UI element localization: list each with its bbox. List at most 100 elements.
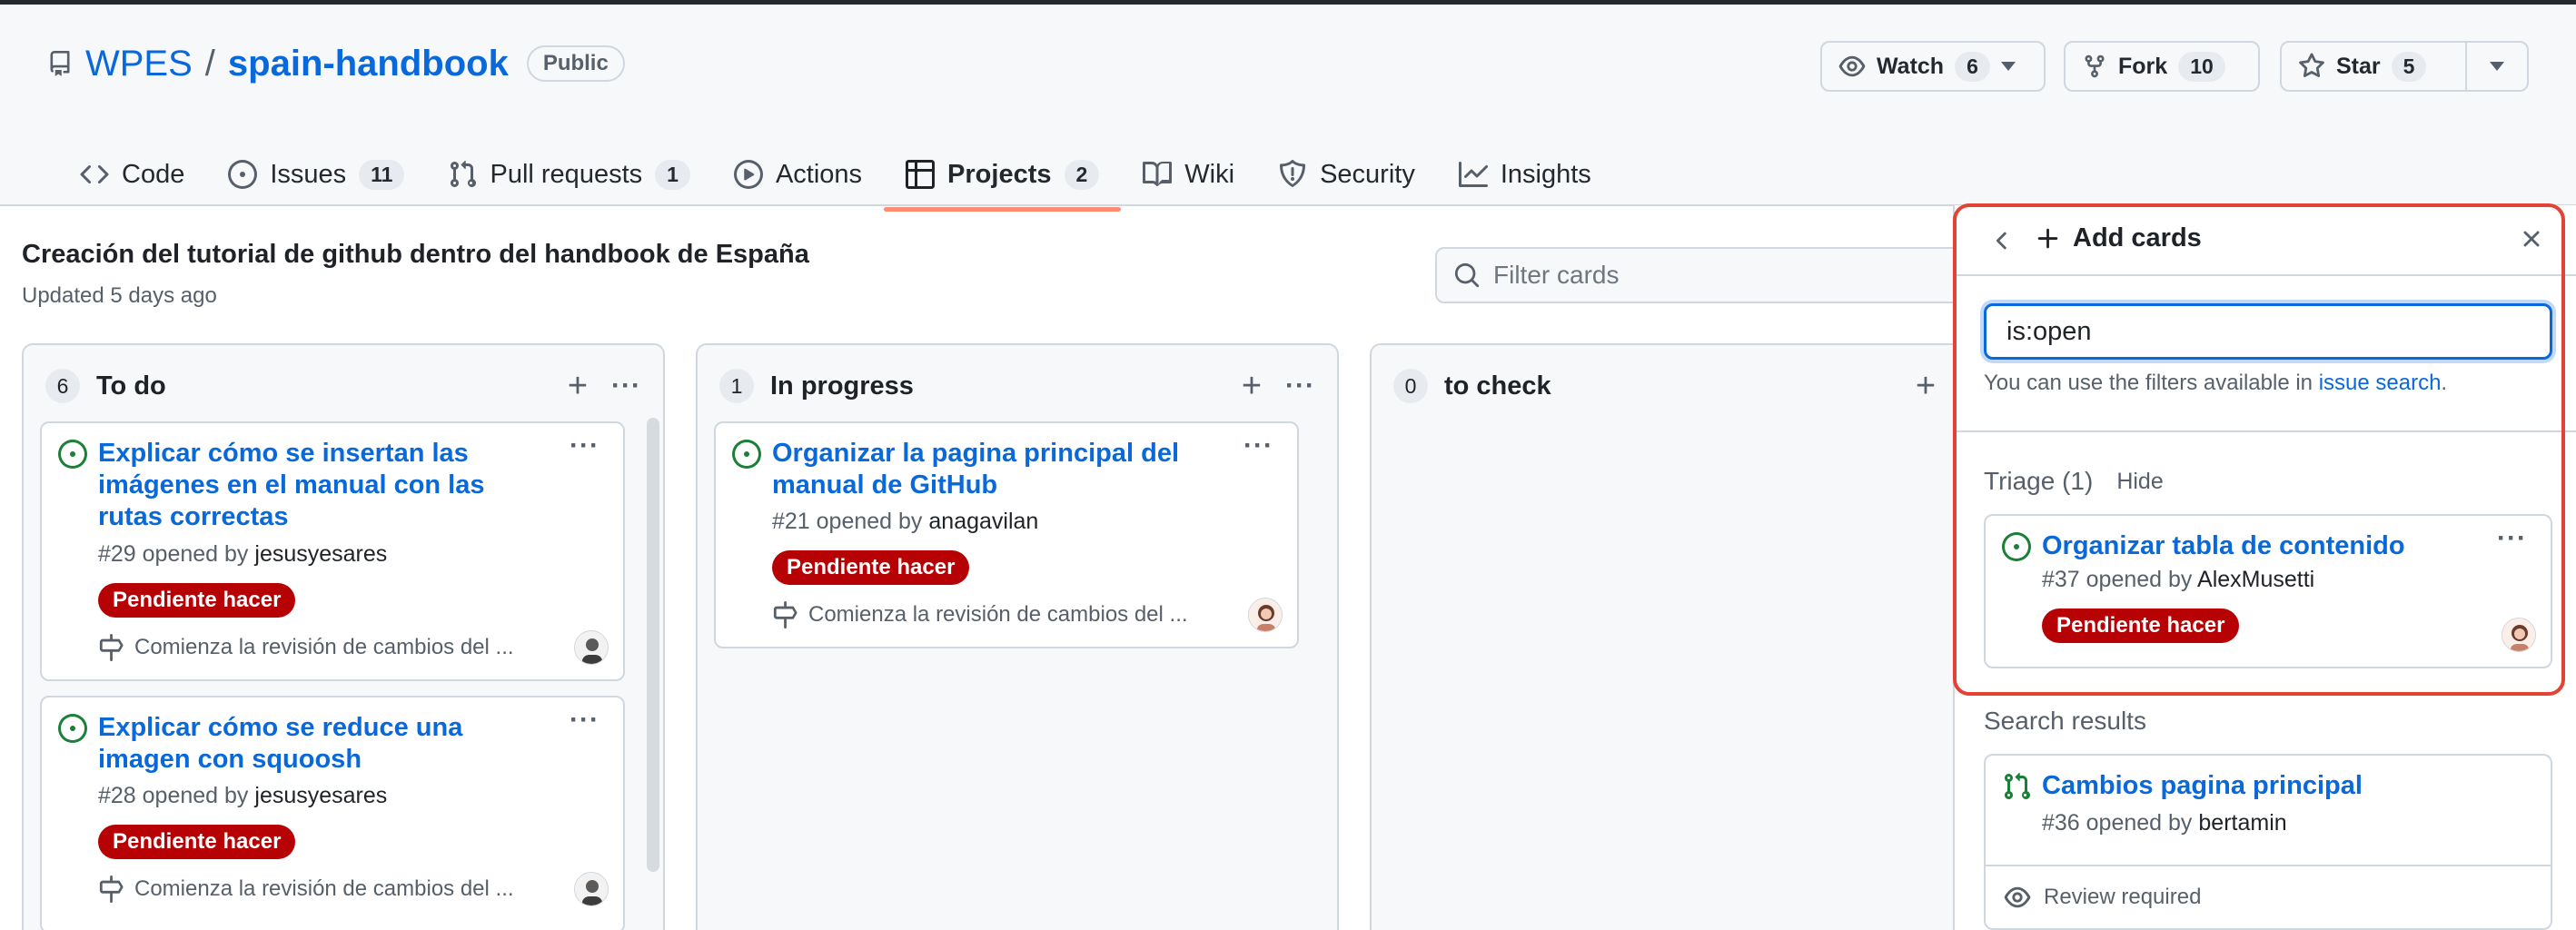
avatar-person-icon (575, 631, 608, 664)
shield-icon (1280, 160, 1306, 187)
card-menu-icon[interactable]: ··· (570, 432, 599, 460)
project-title: Creación del tutorial de github dentro d… (22, 240, 809, 269)
column-header: 6 To do + ··· (45, 363, 641, 409)
column-count: 0 (1393, 369, 1428, 403)
card-title-link[interactable]: Organizar tabla de contenido (2042, 530, 2478, 562)
card-menu-icon[interactable]: ··· (570, 707, 599, 734)
issue-card[interactable]: Organizar la pagina principal del manual… (714, 421, 1299, 648)
repo-nav: Code Issues 11 Pull requests 1 Actions P… (58, 139, 1613, 212)
tab-security[interactable]: Security (1256, 139, 1437, 210)
issue-card[interactable]: Explicar cómo se insertan las imágenes e… (40, 421, 625, 681)
repo-separator: / (204, 43, 215, 84)
issue-search-link[interactable]: issue search (2319, 371, 2442, 395)
card-milestone[interactable]: Comienza la revisión de cambios del ... (98, 876, 514, 903)
avatar[interactable] (574, 630, 609, 665)
graph-icon (1458, 162, 1488, 187)
card-meta: #36 opened by bertamin (2042, 810, 2287, 836)
fork-label: Fork (2118, 53, 2168, 79)
label-pendiente-hacer[interactable]: Pendiente hacer (2042, 608, 2240, 643)
divider (1955, 430, 2576, 432)
tab-pull-requests[interactable]: Pull requests 1 (426, 139, 711, 210)
filter-placeholder: Filter cards (1493, 261, 1620, 289)
tab-code-label: Code (122, 159, 185, 189)
tab-pull-requests-label: Pull requests (490, 159, 643, 189)
issue-open-icon (2002, 532, 2031, 561)
tab-code[interactable]: Code (58, 139, 206, 210)
card-milestone[interactable]: Comienza la revisión de cambios del ... (772, 601, 1188, 628)
kebab-menu-icon[interactable]: ··· (1285, 372, 1315, 400)
tab-projects[interactable]: Projects 2 (884, 139, 1122, 212)
eye-icon (1838, 55, 1866, 77)
fork-button[interactable]: Fork 10 (2064, 41, 2260, 92)
column-name: To do (96, 371, 166, 401)
tab-issues[interactable]: Issues 11 (206, 139, 426, 210)
star-label: Star (2336, 53, 2381, 79)
chevron-down-icon (2490, 62, 2504, 71)
tab-issues-label: Issues (270, 159, 347, 189)
card-author[interactable]: AlexMusetti (2197, 567, 2314, 592)
hint-prefix: You can use the filters available in (1984, 371, 2313, 395)
triage-issue-card[interactable]: Organizar tabla de contenido ··· #37 ope… (1984, 514, 2552, 668)
card-menu-icon[interactable]: ··· (2497, 525, 2527, 552)
card-search-input[interactable] (1984, 303, 2552, 360)
card-author[interactable]: anagavilan (928, 509, 1038, 534)
card-author[interactable]: jesusyesares (254, 541, 387, 567)
play-icon (733, 160, 763, 189)
tab-projects-count: 2 (1064, 159, 1100, 190)
triage-header: Triage (1) Hide (1984, 467, 2164, 496)
avatar[interactable] (574, 872, 609, 906)
column-to-do: 6 To do + ··· Explicar cómo se insertan … (22, 343, 665, 930)
star-button[interactable]: Star 5 (2280, 41, 2529, 92)
kebab-menu-icon[interactable]: ··· (611, 372, 641, 400)
milestone-text: Comienza la revisión de cambios del ... (134, 635, 514, 659)
eye-icon (2004, 886, 2031, 908)
card-author[interactable]: jesusyesares (254, 783, 387, 808)
column-scrollbar[interactable] (647, 418, 659, 872)
add-cards-label: Add cards (2073, 223, 2202, 252)
avatar[interactable] (1248, 598, 1283, 632)
search-hint: You can use the filters available in iss… (1984, 371, 2447, 396)
watch-button[interactable]: Watch 6 (1820, 41, 2046, 92)
column-in-progress: 1 In progress + ··· Organizar la pagina … (696, 343, 1339, 930)
card-number: #21 opened by (772, 509, 923, 534)
card-milestone[interactable]: Comienza la revisión de cambios del ... (98, 634, 514, 661)
tab-issues-count: 11 (359, 159, 405, 190)
filter-cards-input[interactable]: Filter cards (1435, 247, 1962, 303)
add-cards-title: Add cards (2035, 223, 2202, 253)
column-name: In progress (770, 371, 914, 401)
pull-request-card[interactable]: Cambios pagina principal #36 opened by b… (1984, 754, 2552, 930)
search-icon (1454, 262, 1480, 288)
card-title-link[interactable]: Cambios pagina principal (2042, 770, 2478, 802)
repo-owner-link[interactable]: WPES (85, 44, 193, 84)
repo-name-link[interactable]: spain-handbook (228, 44, 509, 84)
card-meta: #28 opened by jesusyesares (98, 783, 387, 809)
chevron-left-icon[interactable] (1989, 227, 2016, 254)
card-title-link[interactable]: Explicar cómo se insertan las imágenes e… (98, 438, 550, 533)
tab-insights[interactable]: Insights (1437, 139, 1613, 210)
avatar[interactable] (2502, 618, 2536, 652)
hide-button[interactable]: Hide (2116, 469, 2163, 495)
card-title-link[interactable]: Organizar la pagina principal del manual… (772, 438, 1224, 501)
label-pendiente-hacer[interactable]: Pendiente hacer (772, 550, 970, 585)
milestone-icon (99, 634, 124, 661)
chevron-down-icon[interactable] (2000, 62, 2016, 71)
label-pendiente-hacer[interactable]: Pendiente hacer (98, 825, 296, 859)
card-number: #37 opened by (2042, 567, 2193, 592)
issue-card[interactable]: Explicar cómo se reduce una imagen con s… (40, 696, 625, 930)
plus-icon[interactable]: + (1242, 369, 1262, 403)
card-menu-icon[interactable]: ··· (1243, 432, 1273, 460)
search-results-label: Search results (1984, 707, 2146, 735)
card-number: #36 opened by (2042, 810, 2193, 836)
tab-actions[interactable]: Actions (712, 139, 884, 210)
plus-icon[interactable]: + (568, 369, 588, 403)
plus-icon[interactable]: + (1916, 369, 1936, 403)
visibility-badge: Public (526, 45, 625, 82)
star-icon (2299, 53, 2324, 77)
label-pendiente-hacer[interactable]: Pendiente hacer (98, 583, 296, 618)
card-author[interactable]: bertamin (2198, 810, 2286, 836)
close-icon[interactable] (2518, 225, 2545, 252)
tab-wiki[interactable]: Wiki (1121, 139, 1256, 210)
card-title-link[interactable]: Explicar cómo se reduce una imagen con s… (98, 712, 550, 776)
card-number: #29 opened by (98, 541, 249, 567)
star-dropdown[interactable] (2465, 43, 2527, 90)
